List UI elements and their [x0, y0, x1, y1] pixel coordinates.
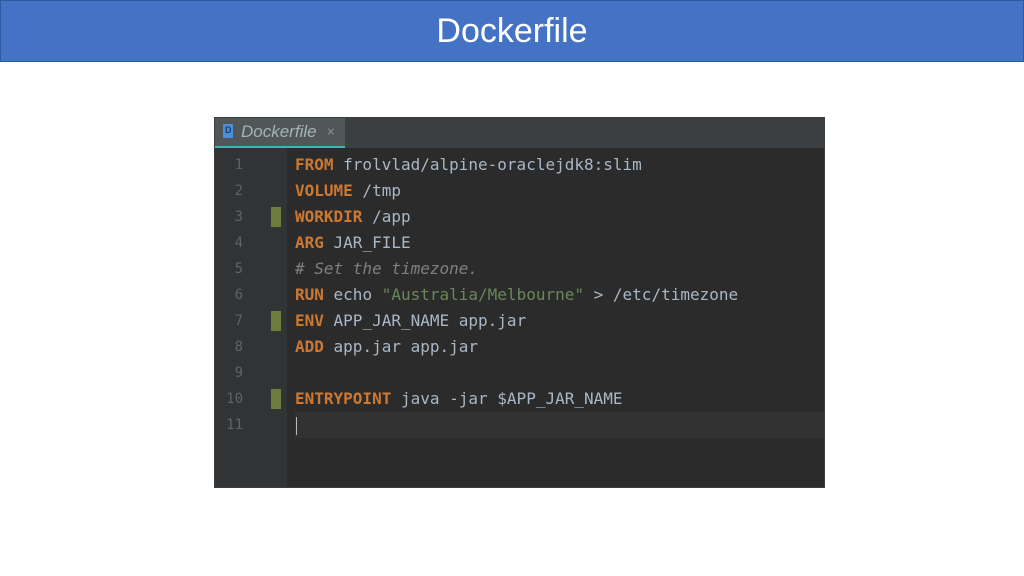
- code-line: # Set the timezone.: [295, 256, 824, 282]
- code-line: VOLUME /tmp: [295, 178, 824, 204]
- code-line: ENV APP_JAR_NAME app.jar: [295, 308, 824, 334]
- line-number: 11: [215, 412, 251, 438]
- code-line: FROM frolvlad/alpine-oraclejdk8:slim: [295, 152, 824, 178]
- code-body[interactable]: FROM frolvlad/alpine-oraclejdk8:slim VOL…: [287, 148, 824, 487]
- gutter-marker: [271, 415, 281, 435]
- page-header: Dockerfile: [0, 0, 1024, 62]
- close-icon[interactable]: ×: [327, 124, 335, 140]
- line-number: 1: [215, 152, 251, 178]
- code-line: ENTRYPOINT java -jar $APP_JAR_NAME: [295, 386, 824, 412]
- line-number: 10: [215, 386, 251, 412]
- code-line: ADD app.jar app.jar: [295, 334, 824, 360]
- gutter-marker: [271, 285, 281, 305]
- gutter-marker: [271, 155, 281, 175]
- line-number: 3: [215, 204, 251, 230]
- tab-label: Dockerfile: [241, 122, 317, 142]
- code-line: RUN echo "Australia/Melbourne" > /etc/ti…: [295, 282, 824, 308]
- docker-file-icon: [221, 124, 235, 140]
- code-area: 1 2 3 4 5 6 7 8 9 10 11 FROM frolvlad/al…: [215, 148, 824, 487]
- line-number: 7: [215, 308, 251, 334]
- line-gutter: 1 2 3 4 5 6 7 8 9 10 11: [215, 148, 287, 487]
- gutter-marker: [271, 311, 281, 331]
- gutter-marker: [271, 233, 281, 253]
- text-cursor: [296, 417, 297, 435]
- line-number: 6: [215, 282, 251, 308]
- line-number: 5: [215, 256, 251, 282]
- code-line: [295, 412, 824, 438]
- line-number: 9: [215, 360, 251, 386]
- gutter-marker: [271, 363, 281, 383]
- code-line: [295, 360, 824, 386]
- gutter-marker: [271, 207, 281, 227]
- code-line: ARG JAR_FILE: [295, 230, 824, 256]
- code-line: WORKDIR /app: [295, 204, 824, 230]
- editor-tab-dockerfile[interactable]: Dockerfile ×: [215, 118, 345, 148]
- code-editor-panel: Dockerfile × 1 2 3 4 5 6 7 8 9 10 11 FRO…: [214, 117, 825, 488]
- gutter-marker: [271, 259, 281, 279]
- line-number: 8: [215, 334, 251, 360]
- page-title: Dockerfile: [436, 12, 587, 51]
- line-number: 4: [215, 230, 251, 256]
- gutter-marker: [271, 389, 281, 409]
- gutter-marker: [271, 181, 281, 201]
- gutter-marker: [271, 337, 281, 357]
- editor-tab-bar: Dockerfile ×: [215, 118, 824, 148]
- line-number: 2: [215, 178, 251, 204]
